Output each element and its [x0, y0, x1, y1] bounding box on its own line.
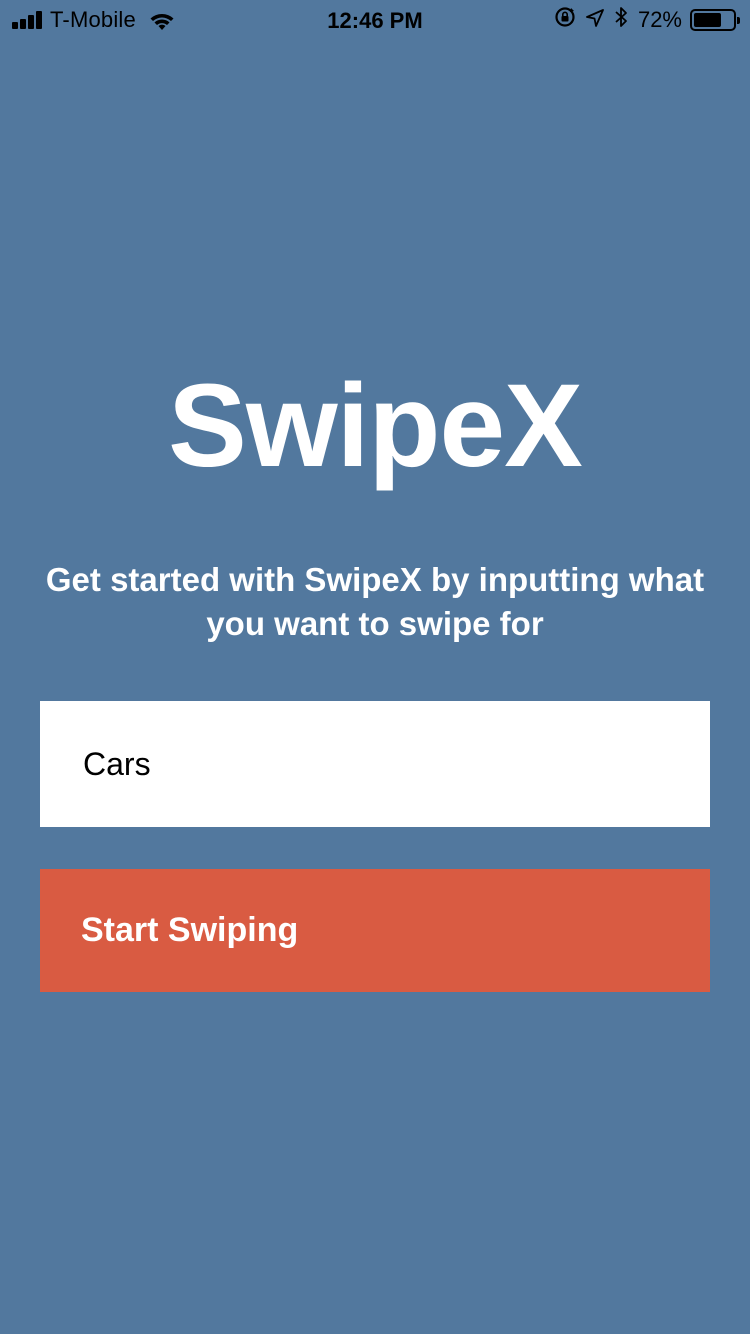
- search-input[interactable]: [40, 701, 710, 827]
- app-title: SwipeX: [168, 360, 583, 492]
- location-icon: [586, 7, 604, 33]
- rotation-lock-icon: [554, 6, 576, 34]
- battery-percent: 72%: [637, 7, 682, 32]
- start-swiping-button[interactable]: Start Swiping: [40, 869, 710, 992]
- app-subtitle: Get started with SwipeX by inputting wha…: [45, 561, 705, 642]
- status-bar: T-Mobile 12:46 PM 72%: [0, 0, 750, 40]
- bluetooth-icon: [614, 6, 628, 34]
- battery-icon: [690, 9, 740, 31]
- status-right: 72%: [554, 6, 740, 34]
- battery-level: [694, 13, 722, 27]
